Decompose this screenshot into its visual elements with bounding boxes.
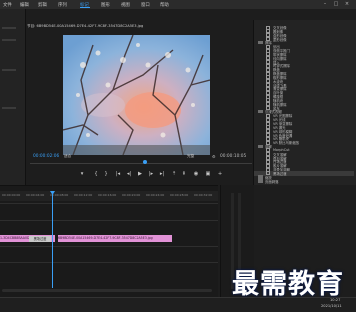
playback-resolution-select[interactable]: 完整 xyxy=(187,154,194,159)
monitor-playhead[interactable] xyxy=(143,160,147,164)
duration-timecode: 00:00:10:05 xyxy=(220,154,247,159)
ruler-tick: 00:00:32:00 xyxy=(194,193,213,197)
export-frame-icon[interactable]: ◉ xyxy=(192,170,200,178)
menu-graphics[interactable]: 图形 xyxy=(101,2,110,8)
panel-line xyxy=(2,39,16,41)
timeline-ruler[interactable]: 00:00:00:00 00:00:04:00 00:00:08:00 00:0… xyxy=(0,191,218,201)
taskbar-date: 2021/10/11 xyxy=(321,304,342,308)
watermark-logo: 最需教育 xyxy=(232,269,344,300)
close-icon[interactable]: × xyxy=(344,1,350,7)
ruler-tick: 00:00:16:00 xyxy=(98,193,117,197)
track-divider xyxy=(0,203,218,204)
source-panel xyxy=(0,9,26,185)
timeline-clip[interactable]: 6B9BD54E-00A15469-D7E4-42F7-9C8F-3547D8C… xyxy=(58,235,172,242)
lift-icon[interactable]: ⇡ xyxy=(170,170,178,178)
effects-item-label: 页面剥落 xyxy=(265,179,279,184)
menu-file[interactable]: 文件 xyxy=(3,2,12,8)
folder-icon xyxy=(258,179,263,183)
program-monitor-video xyxy=(63,35,210,155)
add-button-icon[interactable]: + xyxy=(216,170,224,178)
comparison-view-icon[interactable]: ▣ xyxy=(204,170,212,178)
timeline-playhead[interactable] xyxy=(52,193,53,288)
minimize-icon[interactable]: – xyxy=(322,1,328,7)
video-frame xyxy=(63,35,210,155)
monitor-scrubber[interactable] xyxy=(30,163,252,164)
ruler-tick: 00:00:00:00 xyxy=(2,193,21,197)
panel-line xyxy=(2,69,16,71)
maximize-icon[interactable]: □ xyxy=(333,1,339,7)
ruler-tick: 00:00:28:00 xyxy=(170,193,189,197)
zoom-level-select[interactable]: 适合 xyxy=(64,154,71,159)
transport-controls: ▾ { } |◂ ◂| ▶ |▸ ▸| ⇡ ⇞ ◉ ▣ + xyxy=(78,170,253,180)
add-marker-icon[interactable]: ▾ xyxy=(78,170,86,178)
track-divider xyxy=(0,220,218,221)
settings-wrench-icon[interactable]: ⚙ xyxy=(212,154,216,159)
menu-view[interactable]: 视图 xyxy=(121,2,130,8)
active-menu-underline xyxy=(80,7,90,8)
panel-line xyxy=(2,27,16,29)
menu-bar xyxy=(0,0,356,9)
ruler-tick: 00:00:24:00 xyxy=(146,193,165,197)
ruler-tick: 00:00:04:00 xyxy=(26,193,45,197)
program-monitor-title[interactable]: 节目: 6B9BD54E-00A15469-D7E4-42F7-9C8F-354… xyxy=(27,24,253,31)
transition-clip[interactable]: 黑场过渡 xyxy=(29,236,51,242)
effects-folder[interactable]: 页面剥落 xyxy=(254,179,354,184)
menu-help[interactable]: 帮助 xyxy=(160,2,169,8)
go-to-in-icon[interactable]: |◂ xyxy=(114,170,122,178)
ruler-tick: 00:00:20:00 xyxy=(122,193,141,197)
menu-sequence[interactable]: 序列 xyxy=(58,2,67,8)
menu-window[interactable]: 窗口 xyxy=(141,2,150,8)
step-back-icon[interactable]: ◂| xyxy=(125,170,133,178)
mark-in-icon[interactable]: { xyxy=(92,170,100,178)
playhead-timecode[interactable]: 00:00:02:06 xyxy=(33,154,59,159)
effects-list: 交叉划像 圆划像 盒形划像 菱形划像 擦除 划出 双侧平推门 带状擦除 径向擦除 插入 时钟式擦除棋… xyxy=(254,25,354,185)
go-to-out-icon[interactable]: ▸| xyxy=(158,170,166,178)
track-divider xyxy=(0,246,218,247)
track-divider xyxy=(0,262,218,263)
play-icon[interactable]: ▶ xyxy=(136,170,144,178)
menu-edit[interactable]: 编辑 xyxy=(20,2,29,8)
ruler-tick: 00:00:12:00 xyxy=(74,193,93,197)
step-forward-icon[interactable]: |▸ xyxy=(147,170,155,178)
mark-out-icon[interactable]: } xyxy=(102,170,110,178)
panel-line xyxy=(2,107,16,109)
extract-icon[interactable]: ⇞ xyxy=(180,170,188,178)
timeline-scrollbar[interactable] xyxy=(2,289,212,292)
menu-clip[interactable]: 剪辑 xyxy=(38,2,47,8)
